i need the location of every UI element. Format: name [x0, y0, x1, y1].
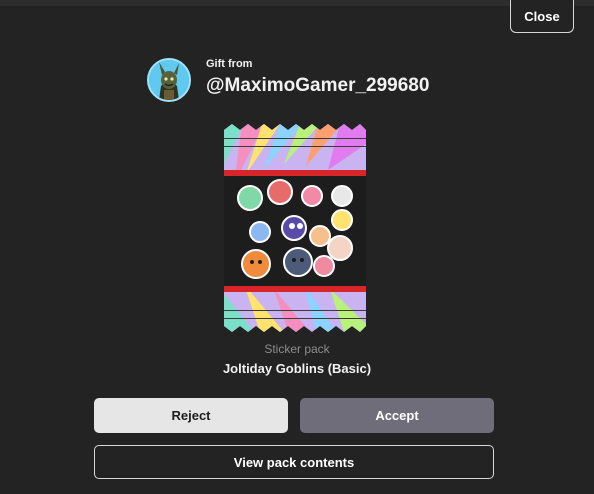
accept-button[interactable]: Accept	[300, 398, 494, 433]
top-edge-strip	[0, 0, 594, 6]
sticker-pack-image	[224, 124, 366, 332]
view-pack-contents-button[interactable]: View pack contents	[94, 445, 494, 479]
pack-name: Joltiday Goblins (Basic)	[222, 361, 372, 376]
gift-from-label: Gift from	[206, 58, 253, 70]
reject-button[interactable]: Reject	[94, 398, 288, 433]
sender-avatar	[147, 58, 191, 102]
pack-type-label: Sticker pack	[264, 342, 330, 356]
avatar-character-image	[149, 60, 189, 100]
sender-username: @MaximoGamer_299680	[206, 75, 430, 96]
close-button[interactable]: Close	[510, 0, 574, 33]
